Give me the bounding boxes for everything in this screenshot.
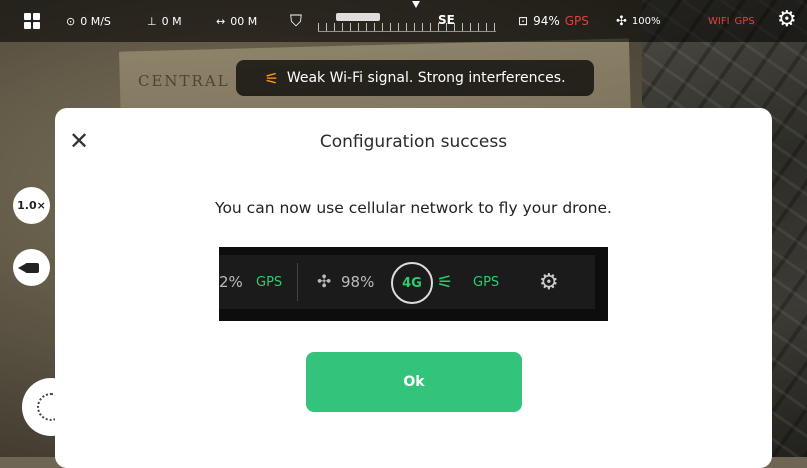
drone-direction-icon: [336, 13, 380, 21]
controller-battery-indicator: ⊡ 94% GPS: [518, 0, 589, 42]
drone-signal-indicator: WIFI GPS: [708, 0, 755, 42]
geofence-shield-icon[interactable]: ⛉: [290, 0, 302, 42]
settings-gear-icon[interactable]: ⚙: [777, 9, 799, 31]
drone-battery-indicator: ✣ 100%: [616, 0, 661, 42]
zoom-button[interactable]: 1.0×: [13, 187, 50, 224]
ok-button[interactable]: Ok: [306, 352, 522, 412]
configuration-success-dialog: ✕ Configuration success You can now use …: [55, 108, 772, 468]
compass-strip: SE: [318, 1, 496, 32]
preview-drone-battery: 98%: [341, 273, 375, 291]
dialog-message: You can now use cellular network to fly …: [215, 199, 612, 217]
compass-heading: SE: [438, 13, 455, 27]
preview-divider: [297, 263, 298, 301]
preview-drone-icon: ✣: [317, 272, 332, 292]
preview-bar: 2% GPS ✣ 98% 4G ⚟ GPS ⚙: [219, 255, 595, 309]
toast-message: Weak Wi-Fi signal. Strong interferences.: [286, 70, 566, 86]
menu-button[interactable]: [24, 0, 40, 42]
grid-menu-icon: [24, 13, 40, 29]
compass-ticks: [318, 23, 496, 31]
distance-value: 00 M: [230, 14, 258, 28]
preview-4g-badge: 4G: [391, 262, 433, 304]
speed-value: 0 M/S: [80, 14, 111, 28]
altitude-value: 0 M: [161, 14, 182, 28]
compass-pointer-icon: [412, 1, 420, 8]
preview-partial-percent: 2%: [219, 273, 243, 291]
altitude-indicator: ⊥ 0 M: [147, 0, 182, 42]
controller-icon: ⊡: [518, 14, 529, 28]
wifi-icon: ⚟: [264, 68, 279, 88]
speed-indicator: ⊙ 0 M/S: [66, 0, 111, 42]
distance-indicator: ↔ 00 M: [216, 0, 257, 42]
distance-icon: ↔: [216, 14, 226, 28]
preview-wifi-icon: ⚟: [437, 271, 454, 293]
preview-gear-icon: ⚙: [539, 269, 559, 295]
altitude-icon: ⊥: [147, 14, 157, 28]
wifi-status-label: WIFI: [708, 15, 730, 27]
drone-battery-value: 100%: [631, 15, 661, 27]
drone-gps-label: GPS: [734, 15, 755, 27]
status-bar-preview-image: 2% GPS ✣ 98% 4G ⚟ GPS ⚙: [219, 247, 608, 321]
preview-gps-label: GPS: [256, 274, 283, 290]
speed-icon: ⊙: [66, 14, 76, 28]
camera-mode-button[interactable]: [13, 249, 50, 286]
controller-battery-value: 94%: [533, 14, 560, 28]
drone-icon: ✣: [616, 13, 627, 29]
controller-gps-label: GPS: [564, 14, 589, 28]
preview-gps-label-2: GPS: [473, 274, 500, 290]
camera-icon: [17, 262, 39, 273]
top-status-bar: ⊙ 0 M/S ⊥ 0 M ↔ 00 M ⛉ SE ⊡ 94% GPS ✣ 10…: [0, 0, 807, 42]
dialog-title: Configuration success: [319, 132, 508, 152]
wifi-warning-toast: ⚟ Weak Wi-Fi signal. Strong interference…: [236, 60, 594, 96]
